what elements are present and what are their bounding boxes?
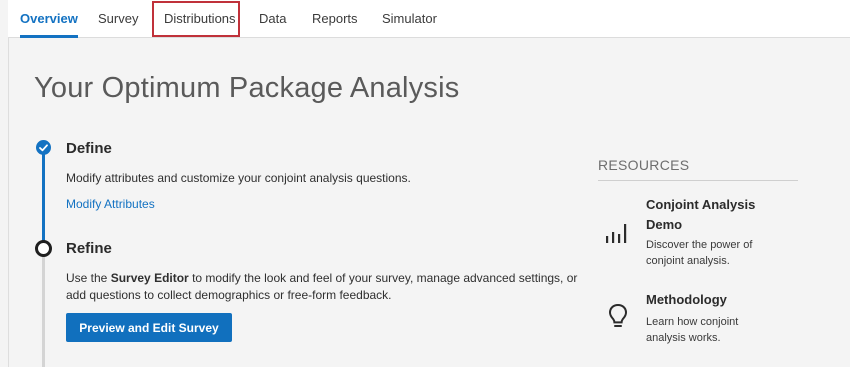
lightbulb-icon (608, 303, 628, 334)
resources-divider (598, 180, 798, 181)
tab-survey[interactable]: Survey (98, 0, 138, 37)
tab-data-label: Data (259, 11, 287, 26)
define-step-description: Modify attributes and customize your con… (66, 171, 411, 185)
tab-data[interactable]: Data (259, 0, 286, 37)
tab-distributions[interactable]: Distributions (164, 0, 236, 37)
define-step-title: Define (66, 140, 112, 157)
resources-heading: RESOURCES (598, 157, 690, 173)
modify-attributes-link[interactable]: Modify Attributes (66, 197, 155, 211)
tab-overview-label: Overview (20, 11, 78, 26)
conjoint-demo-title[interactable]: Conjoint Analysis Demo (646, 195, 776, 235)
timeline-progress-line (42, 148, 45, 242)
bar-chart-icon (605, 222, 629, 249)
content-left-border (8, 37, 9, 367)
preview-and-edit-survey-button[interactable]: Preview and Edit Survey (66, 313, 232, 342)
tab-reports-label: Reports (312, 11, 358, 26)
tab-overview[interactable]: Overview (20, 0, 78, 38)
tab-simulator-label: Simulator (382, 11, 437, 26)
tab-bar: Overview Survey Distributions Data Repor… (8, 0, 850, 38)
tab-distributions-label: Distributions (164, 11, 236, 26)
tab-simulator[interactable]: Simulator (382, 0, 437, 37)
step-complete-check-icon (36, 140, 51, 155)
tab-survey-label: Survey (98, 11, 139, 26)
active-tab-indicator (20, 35, 78, 38)
methodology-title[interactable]: Methodology (646, 290, 776, 310)
step-current-circle-icon (35, 240, 52, 257)
survey-editor-bold-text: Survey Editor (110, 271, 189, 285)
page-title: Your Optimum Package Analysis (34, 72, 460, 104)
methodology-description: Learn how conjoint analysis works. (646, 316, 739, 344)
refine-text-before: Use the (66, 271, 111, 285)
timeline-remaining-line (42, 254, 45, 367)
refine-step-description: Use the Survey Editor to modify the look… (66, 270, 578, 304)
tab-reports[interactable]: Reports (312, 0, 358, 37)
conjoint-demo-description: Discover the power of conjoint analysis. (646, 239, 753, 267)
refine-step-title: Refine (66, 240, 112, 257)
